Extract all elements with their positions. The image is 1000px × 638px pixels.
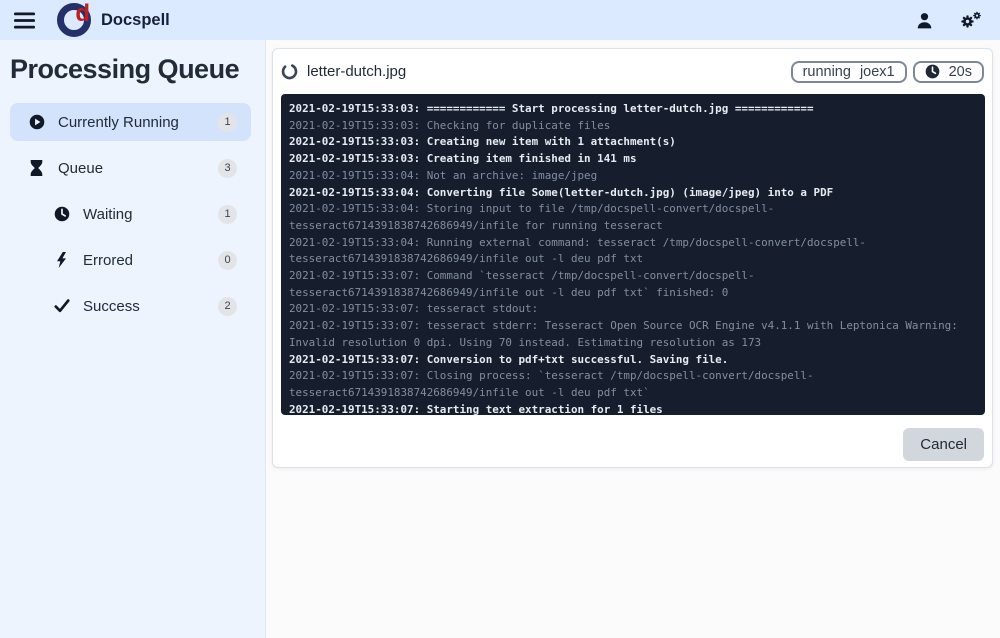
log-line: 2021-02-19T15:33:04: Storing input to fi… (289, 202, 775, 232)
log-line: 2021-02-19T15:33:04: Not an archive: ima… (289, 168, 598, 182)
sidebar-item-waiting[interactable]: Waiting 1 (10, 195, 251, 233)
log-line: 2021-02-19T15:33:04: Running external co… (289, 235, 866, 266)
hourglass-icon (28, 160, 45, 176)
brand-title: Docspell (101, 10, 170, 29)
sidebar-item-label: Waiting (83, 205, 133, 223)
top-navbar: d Docspell (0, 0, 1000, 40)
job-log-console[interactable]: 2021-02-19T15:33:03: ============ Start … (281, 94, 985, 415)
count-badge: 1 (218, 204, 237, 224)
sidebar-item-label: Queue (58, 159, 104, 177)
log-line: 2021-02-19T15:33:07: tesseract stderr: T… (289, 319, 965, 349)
sidebar: Processing Queue Currently Running 1 Que… (0, 40, 266, 638)
running-job-card: letter-dutch.jpg running joex1 20s 2021-… (272, 48, 993, 468)
count-badge: 0 (218, 250, 237, 270)
cogs-icon[interactable] (959, 11, 982, 30)
cancel-button[interactable]: Cancel (903, 428, 984, 461)
sidebar-item-label: Currently Running (58, 113, 179, 131)
count-badge: 1 (218, 112, 237, 132)
sidebar-item-queue[interactable]: Queue 3 (10, 149, 251, 187)
check-icon (53, 299, 70, 313)
log-line: 2021-02-19T15:33:07: tesseract stdout: (289, 302, 539, 316)
job-card-footer: Cancel (273, 415, 992, 461)
job-badges: running joex1 20s (790, 60, 984, 83)
log-line: 2021-02-19T15:33:07: Starting text extra… (289, 402, 663, 415)
sidebar-item-label: Success (83, 297, 140, 315)
log-line: 2021-02-19T15:33:07: Closing process: `t… (289, 369, 814, 399)
count-badge: 3 (218, 158, 237, 178)
main-content: letter-dutch.jpg running joex1 20s 2021-… (266, 40, 1000, 638)
job-duration: 20s (948, 63, 972, 80)
play-circle-icon (28, 114, 45, 130)
logo-letter: d (75, 0, 90, 27)
job-title: letter-dutch.jpg (307, 63, 407, 80)
menu-icon[interactable] (14, 12, 35, 29)
job-duration-badge[interactable]: 20s (912, 60, 984, 83)
job-worker: joex1 (859, 63, 895, 80)
docspell-app: d Docspell Processing Queue Currently Ru… (0, 0, 1000, 638)
log-line: 2021-02-19T15:33:03: ============ Start … (289, 102, 814, 115)
circle-notch-spinner-icon (281, 63, 298, 80)
log-line: 2021-02-19T15:33:03: Creating new item w… (289, 135, 676, 149)
navbar-right (916, 11, 986, 30)
user-icon[interactable] (916, 12, 933, 29)
clock-icon (925, 64, 940, 79)
job-state: running (802, 63, 851, 80)
sidebar-item-errored[interactable]: Errored 0 (10, 241, 251, 279)
job-state-badge[interactable]: running joex1 (790, 60, 907, 83)
sidebar-item-currently-running[interactable]: Currently Running 1 (10, 103, 251, 141)
log-line: 2021-02-19T15:33:03: Checking for duplic… (289, 118, 611, 132)
log-line: 2021-02-19T15:33:07: Command `tesseract … (289, 269, 755, 299)
log-line: 2021-02-19T15:33:04: Converting file Som… (289, 185, 834, 199)
count-badge: 2 (218, 296, 237, 316)
clock-icon (53, 206, 70, 222)
sidebar-item-success[interactable]: Success 2 (10, 287, 251, 325)
docspell-logo-icon: d (57, 0, 91, 37)
job-card-header: letter-dutch.jpg running joex1 20s (273, 49, 992, 94)
bolt-icon (53, 252, 70, 268)
page-title: Processing Queue (10, 54, 240, 84)
log-line: 2021-02-19T15:33:07: Conversion to pdf+t… (289, 352, 729, 366)
sidebar-item-label: Errored (83, 251, 134, 269)
log-line: 2021-02-19T15:33:03: Creating item finis… (289, 152, 637, 166)
